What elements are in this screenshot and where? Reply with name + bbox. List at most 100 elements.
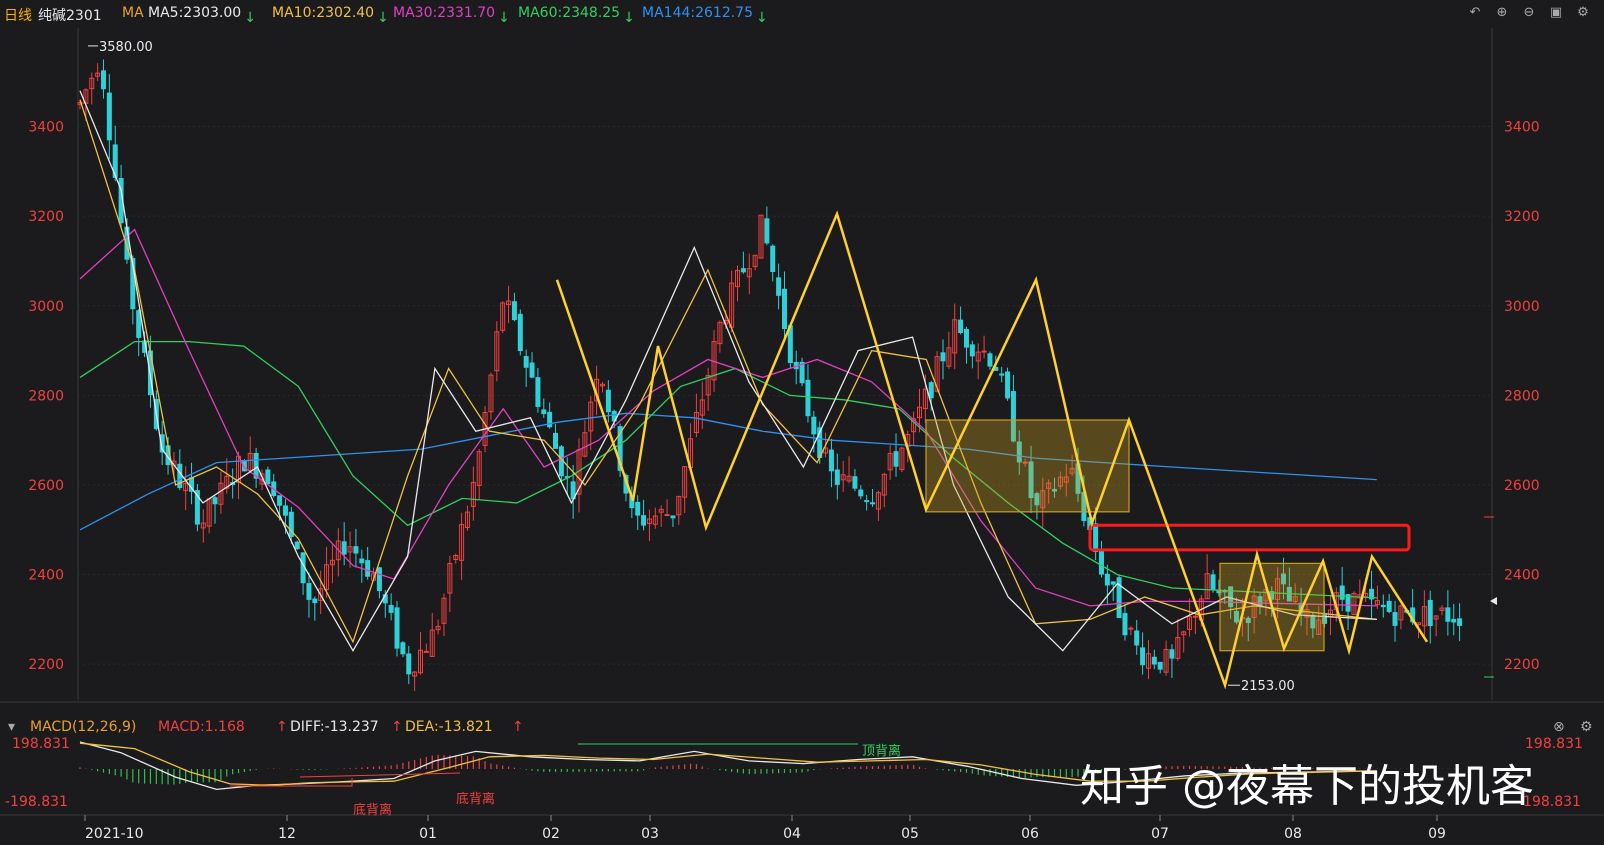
macd-title: MACD(12,26,9) [30,719,137,735]
candle-body [1098,549,1104,575]
y-tick-label-right: 3400 [1504,120,1540,136]
candle-body [106,92,112,141]
candle-body [1134,630,1140,646]
y-tick-label-right: 3000 [1504,299,1540,315]
macd-header: ▾ MACD(12,26,9) MACD:1.168 ↑ DIFF:-13.23… [0,715,1604,739]
high-label: 3580.00 [99,40,153,55]
top-divergence-label: 顶背离 [862,743,901,759]
y-tick-label-right: 2200 [1504,657,1540,673]
candle-body [406,653,412,675]
candle-body [100,70,106,90]
candle-body [294,541,300,550]
candle-body [828,449,834,472]
y-tick-label-left: 3000 [28,299,64,315]
x-tick-label: 07 [1151,826,1169,842]
candle-body [376,567,382,592]
candle-body [670,515,676,519]
candle-body [529,362,535,378]
candle-body [1169,649,1175,659]
divergence-line [299,772,461,778]
candle-body [353,546,359,554]
bottom-divergence-label: 底背离 [353,802,392,818]
candle-body [1457,618,1463,626]
macd-arrow-icon: ↑ [512,719,524,735]
candle-body [834,469,840,485]
settings-icon[interactable]: ⚙ [1580,719,1593,735]
candle-body [781,288,787,330]
candle-body [535,377,541,407]
macd-ymin-label: -198.831 [5,794,68,810]
y-tick-label-left: 3200 [28,209,64,225]
candle-body [740,268,746,273]
y-tick-label-right: 2600 [1504,478,1540,494]
candle-body [852,476,858,489]
diff-value: DIFF:-13.237 [290,719,379,735]
kline-chart-window: 日线 纯碱2301 MA MA5:2303.00 ↓ MA10:2302.40 ↓ MA… [0,0,1604,845]
candle-body [1445,607,1451,622]
x-tick-label: 06 [1021,826,1039,842]
candle-body [864,500,870,503]
candle-body [553,433,559,449]
candle-body [981,350,987,353]
candle-body [1093,523,1099,553]
candle-body [811,416,817,435]
candle-body [776,277,782,296]
y-tick-label-left: 3400 [28,120,64,136]
x-tick-label: 08 [1284,826,1302,842]
resistance-zone-box [1088,523,1411,552]
candle-body [277,495,283,506]
candle-body [265,469,271,485]
candle-body [1157,661,1163,670]
candle-body [306,583,312,600]
candle-body [341,541,347,555]
candle-body [770,245,776,273]
candle-body [1339,585,1345,600]
candle-body [940,352,946,362]
y-tick-label-left: 2400 [28,568,64,584]
close-icon[interactable]: ⊗ [1553,719,1565,735]
diff-arrow-icon: ↑ [276,719,288,735]
collapse-icon[interactable]: ▾ [8,719,15,735]
x-tick-label: 02 [542,826,560,842]
candle-body [958,319,964,334]
y-tick-label-left: 2200 [28,657,64,673]
x-tick-label: 05 [901,826,919,842]
candle-body [969,344,975,357]
x-tick-label: 2021-10 [85,826,144,842]
x-tick-label: 01 [419,826,437,842]
candle-body [635,501,641,516]
candle-body [388,604,394,613]
y-tick-label-right: 2400 [1504,568,1540,584]
current-price-marker [1490,597,1497,605]
candle-body [987,353,993,367]
consolidation-box [925,419,1130,513]
candle-body [312,598,318,604]
dea-value: DEA:-13.821 [405,719,493,735]
candle-body [605,389,611,413]
candle-body [541,409,547,415]
candle-body [1140,647,1146,666]
candle-body [1110,581,1116,585]
candle-body [365,560,371,577]
candle-body [1005,371,1011,399]
candle-body [893,451,899,467]
low-label: 2153.00 [1241,679,1295,694]
candle-body [664,514,670,517]
watermark: 知乎 @夜幕下的投机客 [1080,761,1534,812]
candle-body [1210,574,1216,591]
candle-body [511,301,517,321]
x-tick-label: 12 [278,826,296,842]
macd-value: MACD:1.168 [158,719,245,735]
candle-body [523,356,529,368]
candle-body [999,373,1005,376]
candle-body [1122,613,1128,636]
candle-body [212,497,218,505]
candle-body [858,489,864,497]
y-tick-label-left: 2600 [28,478,64,494]
candle-body [1151,656,1157,665]
bottom-divergence-label: 底背离 [456,791,495,807]
y-tick-label-right: 3200 [1504,209,1540,225]
candle-body [1427,599,1433,627]
dea-arrow-icon: ↑ [391,719,403,735]
candle-body [870,502,876,505]
